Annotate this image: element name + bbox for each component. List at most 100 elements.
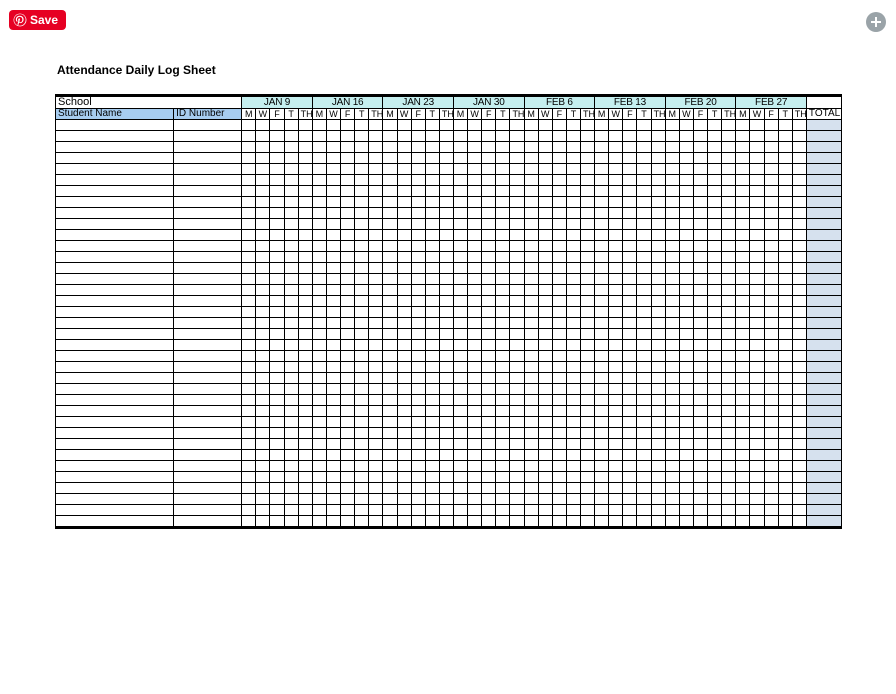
attendance-cell[interactable] [736, 252, 750, 263]
attendance-cell[interactable] [510, 153, 524, 164]
attendance-cell[interactable] [736, 131, 750, 142]
attendance-cell[interactable] [764, 208, 778, 219]
attendance-cell[interactable] [708, 505, 722, 516]
student-name-cell[interactable] [56, 120, 174, 131]
attendance-cell[interactable] [764, 362, 778, 373]
attendance-cell[interactable] [439, 164, 453, 175]
attendance-cell[interactable] [637, 307, 651, 318]
student-name-cell[interactable] [56, 450, 174, 461]
attendance-cell[interactable] [397, 142, 411, 153]
student-name-cell[interactable] [56, 186, 174, 197]
attendance-cell[interactable] [595, 461, 609, 472]
attendance-cell[interactable] [792, 307, 806, 318]
student-name-cell[interactable] [56, 318, 174, 329]
attendance-cell[interactable] [468, 164, 482, 175]
attendance-cell[interactable] [326, 120, 340, 131]
attendance-cell[interactable] [722, 384, 736, 395]
attendance-cell[interactable] [369, 351, 383, 362]
student-name-cell[interactable] [56, 362, 174, 373]
attendance-cell[interactable] [693, 131, 707, 142]
attendance-cell[interactable] [341, 351, 355, 362]
attendance-cell[interactable] [425, 373, 439, 384]
attendance-cell[interactable] [538, 219, 552, 230]
attendance-cell[interactable] [341, 395, 355, 406]
attendance-cell[interactable] [524, 406, 538, 417]
attendance-cell[interactable] [312, 483, 326, 494]
attendance-cell[interactable] [397, 505, 411, 516]
attendance-cell[interactable] [425, 483, 439, 494]
attendance-cell[interactable] [595, 329, 609, 340]
attendance-cell[interactable] [524, 164, 538, 175]
attendance-cell[interactable] [566, 208, 580, 219]
attendance-cell[interactable] [679, 197, 693, 208]
attendance-cell[interactable] [256, 406, 270, 417]
attendance-cell[interactable] [468, 340, 482, 351]
attendance-cell[interactable] [510, 230, 524, 241]
attendance-cell[interactable] [792, 241, 806, 252]
attendance-cell[interactable] [510, 494, 524, 505]
attendance-cell[interactable] [270, 153, 284, 164]
attendance-cell[interactable] [566, 340, 580, 351]
attendance-cell[interactable] [242, 274, 256, 285]
attendance-cell[interactable] [581, 351, 595, 362]
attendance-cell[interactable] [750, 307, 764, 318]
attendance-cell[interactable] [284, 483, 298, 494]
attendance-cell[interactable] [482, 307, 496, 318]
attendance-cell[interactable] [708, 351, 722, 362]
attendance-cell[interactable] [425, 197, 439, 208]
attendance-cell[interactable] [397, 494, 411, 505]
attendance-cell[interactable] [609, 285, 623, 296]
attendance-cell[interactable] [383, 230, 397, 241]
attendance-cell[interactable] [439, 439, 453, 450]
attendance-cell[interactable] [468, 219, 482, 230]
attendance-cell[interactable] [538, 340, 552, 351]
attendance-cell[interactable] [270, 439, 284, 450]
attendance-cell[interactable] [524, 274, 538, 285]
attendance-cell[interactable] [764, 340, 778, 351]
attendance-cell[interactable] [242, 241, 256, 252]
attendance-cell[interactable] [651, 318, 665, 329]
attendance-cell[interactable] [665, 296, 679, 307]
attendance-cell[interactable] [496, 263, 510, 274]
attendance-cell[interactable] [454, 516, 468, 527]
attendance-cell[interactable] [312, 461, 326, 472]
attendance-cell[interactable] [468, 197, 482, 208]
attendance-cell[interactable] [284, 384, 298, 395]
attendance-cell[interactable] [397, 406, 411, 417]
attendance-cell[interactable] [256, 461, 270, 472]
attendance-cell[interactable] [439, 208, 453, 219]
attendance-cell[interactable] [778, 384, 792, 395]
attendance-cell[interactable] [326, 142, 340, 153]
attendance-cell[interactable] [468, 461, 482, 472]
attendance-cell[interactable] [425, 461, 439, 472]
attendance-cell[interactable] [637, 197, 651, 208]
attendance-cell[interactable] [468, 329, 482, 340]
attendance-cell[interactable] [722, 274, 736, 285]
attendance-cell[interactable] [256, 340, 270, 351]
attendance-cell[interactable] [552, 450, 566, 461]
attendance-cell[interactable] [792, 461, 806, 472]
attendance-cell[interactable] [439, 329, 453, 340]
attendance-cell[interactable] [496, 516, 510, 527]
attendance-cell[interactable] [524, 505, 538, 516]
attendance-cell[interactable] [552, 329, 566, 340]
attendance-cell[interactable] [764, 197, 778, 208]
attendance-cell[interactable] [270, 208, 284, 219]
attendance-cell[interactable] [369, 318, 383, 329]
attendance-cell[interactable] [270, 307, 284, 318]
attendance-cell[interactable] [326, 164, 340, 175]
attendance-cell[interactable] [736, 395, 750, 406]
attendance-cell[interactable] [383, 197, 397, 208]
attendance-cell[interactable] [637, 252, 651, 263]
attendance-cell[interactable] [397, 208, 411, 219]
attendance-cell[interactable] [693, 318, 707, 329]
attendance-cell[interactable] [256, 274, 270, 285]
attendance-cell[interactable] [468, 417, 482, 428]
attendance-cell[interactable] [341, 263, 355, 274]
attendance-cell[interactable] [425, 252, 439, 263]
attendance-cell[interactable] [397, 384, 411, 395]
attendance-cell[interactable] [581, 164, 595, 175]
attendance-cell[interactable] [355, 131, 369, 142]
attendance-cell[interactable] [552, 197, 566, 208]
attendance-cell[interactable] [792, 384, 806, 395]
